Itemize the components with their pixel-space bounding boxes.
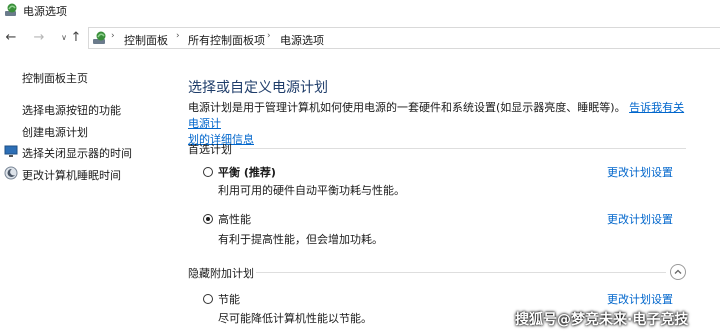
plan-radio-balanced[interactable] xyxy=(203,167,213,177)
watermark: 搜狐号@梦竞未来·电子竞技 xyxy=(515,312,689,328)
forward-arrow-icon[interactable]: → xyxy=(31,29,47,47)
collapse-chevron-up-icon[interactable] xyxy=(670,264,686,280)
up-arrow-icon[interactable]: ↑ xyxy=(68,29,84,47)
chevron-up-icon xyxy=(674,269,682,274)
plan-radio-high-performance[interactable] xyxy=(203,214,213,224)
plan-name-high-performance[interactable]: 高性能 xyxy=(218,211,251,227)
sidebar-home-link[interactable]: 控制面板主页 xyxy=(22,70,88,86)
section-divider xyxy=(240,148,686,149)
section-divider xyxy=(256,272,666,273)
chevron-right-icon[interactable]: › xyxy=(111,31,115,41)
sidebar-item-display-off[interactable]: 选择关闭显示器的时间 xyxy=(22,145,132,161)
power-options-icon xyxy=(5,3,17,16)
plan-desc-power-saver: 尽可能降低计算机性能以节能。 xyxy=(218,312,372,325)
breadcrumb-item-power-options[interactable]: 电源选项 xyxy=(280,32,324,48)
plan-name-power-saver[interactable]: 节能 xyxy=(218,291,240,307)
address-bar: ← → ∨ ↑ › 控制面板 › 所有控制面板项 › 电源选项 xyxy=(0,27,720,51)
hidden-plans-label: 隐藏附加计划 xyxy=(188,267,254,280)
page-description: 电源计划是用于管理计算机如何使用电源的一套硬件和系统设置(如显示器亮度、睡眠等)… xyxy=(188,100,688,148)
plan-desc-balanced: 利用可用的硬件自动平衡功耗与性能。 xyxy=(218,184,405,197)
title-bar: 电源选项 xyxy=(0,0,720,22)
change-plan-settings-link-balanced[interactable]: 更改计划设置 xyxy=(607,164,673,180)
back-arrow-icon[interactable]: ← xyxy=(3,29,19,47)
preferred-plans-label: 首选计划 xyxy=(188,143,232,156)
breadcrumb-item-control-panel[interactable]: 控制面板 xyxy=(124,32,168,48)
breadcrumb-item-all-items[interactable]: 所有控制面板项 xyxy=(188,32,265,48)
plan-radio-power-saver[interactable] xyxy=(203,294,213,304)
moon-sleep-icon xyxy=(4,166,18,180)
window-title: 电源选项 xyxy=(23,5,67,18)
display-icon xyxy=(4,145,18,157)
chevron-right-icon[interactable]: › xyxy=(267,31,271,41)
sidebar-item-sleep-time[interactable]: 更改计算机睡眠时间 xyxy=(22,167,121,183)
control-panel-icon xyxy=(93,31,106,44)
breadcrumb[interactable]: › 控制面板 › 所有控制面板项 › 电源选项 xyxy=(88,27,720,49)
plan-name-balanced[interactable]: 平衡 (推荐) xyxy=(218,164,276,180)
change-plan-settings-link-power-saver[interactable]: 更改计划设置 xyxy=(607,291,673,307)
change-plan-settings-link-high-performance[interactable]: 更改计划设置 xyxy=(607,211,673,227)
chevron-right-icon[interactable]: › xyxy=(176,31,180,41)
description-text: 电源计划是用于管理计算机如何使用电源的一套硬件和系统设置(如显示器亮度、睡眠等)… xyxy=(188,101,626,114)
sidebar-item-power-buttons[interactable]: 选择电源按钮的功能 xyxy=(22,102,121,118)
page-title: 选择或自定义电源计划 xyxy=(188,80,328,96)
plan-desc-high-performance: 有利于提高性能，但会增加功耗。 xyxy=(218,233,383,246)
sidebar-item-create-plan[interactable]: 创建电源计划 xyxy=(22,124,88,140)
